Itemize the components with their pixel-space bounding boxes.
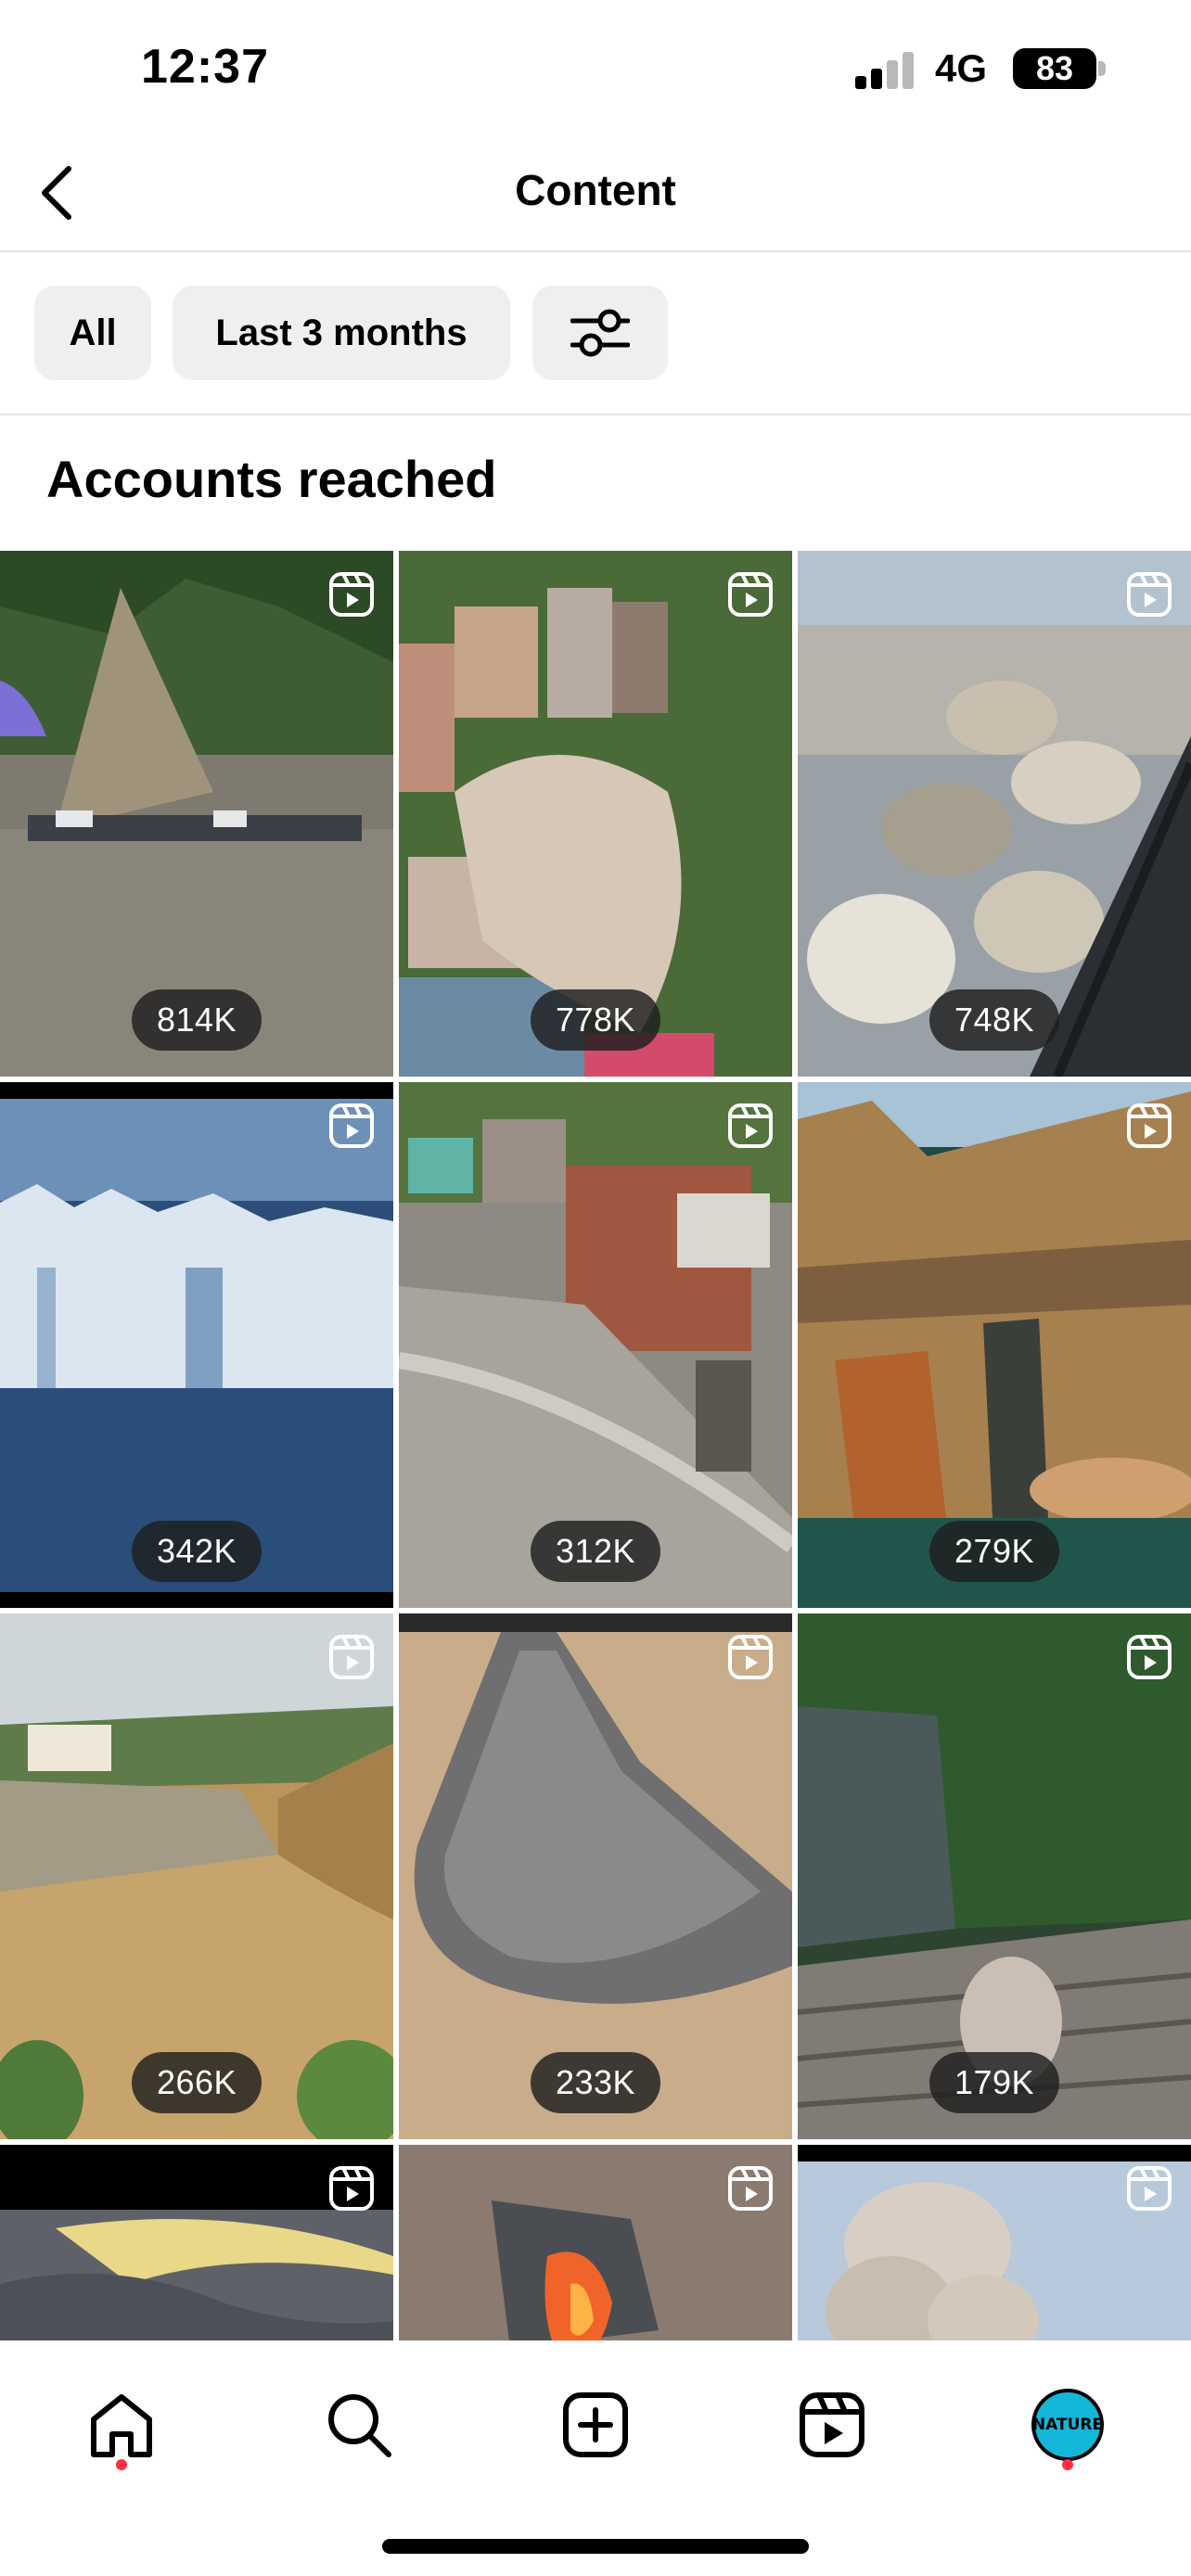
- nav-reels[interactable]: [781, 2374, 883, 2476]
- header: Content: [0, 139, 1191, 252]
- status-bar: 12:37 4G 83: [0, 0, 1191, 139]
- page-title: Content: [515, 166, 676, 214]
- reach-count-badge: 279K: [929, 1521, 1059, 1582]
- content-tile[interactable]: 179K: [798, 1613, 1191, 2139]
- reach-count-badge: 778K: [531, 989, 660, 1051]
- battery-icon: 83: [1013, 48, 1096, 89]
- content-tile[interactable]: 312K: [399, 1082, 792, 1608]
- signal-icon: [855, 52, 916, 89]
- create-icon: [563, 2392, 628, 2457]
- reels-icon: [1127, 2166, 1172, 2211]
- content-tile[interactable]: [399, 2145, 792, 2340]
- reach-count-badge: 748K: [929, 989, 1059, 1051]
- reach-count-badge: 312K: [531, 1521, 660, 1582]
- nav-create[interactable]: [544, 2374, 647, 2476]
- reels-icon: [1127, 572, 1172, 617]
- nav-search[interactable]: [308, 2374, 410, 2476]
- reels-icon: [329, 1103, 374, 1148]
- reels-icon: [728, 2166, 773, 2211]
- network-label: 4G: [935, 46, 988, 90]
- reels-icon: [728, 1635, 773, 1679]
- search-icon: [328, 2394, 391, 2457]
- reels-icon: [1127, 1103, 1172, 1148]
- sliders-icon: [570, 309, 630, 357]
- reels-icon: [800, 2392, 864, 2457]
- reels-icon: [728, 1103, 773, 1148]
- content-tile[interactable]: 342K: [0, 1082, 393, 1608]
- content-tile[interactable]: 266K: [0, 1613, 393, 2139]
- reels-icon: [728, 572, 773, 617]
- reach-count-badge: 179K: [929, 2052, 1059, 2113]
- reach-count-badge: 266K: [132, 2052, 262, 2113]
- notification-dot: [1062, 2459, 1073, 2470]
- content-tile[interactable]: [798, 2145, 1191, 2340]
- reels-icon: [329, 1635, 374, 1679]
- content-tile[interactable]: 778K: [399, 551, 792, 1077]
- reach-count-badge: 342K: [132, 1521, 262, 1582]
- content-tile[interactable]: [0, 2145, 393, 2340]
- content-tile[interactable]: 233K: [399, 1613, 792, 2139]
- home-indicator: [382, 2539, 809, 2554]
- content-tile[interactable]: 748K: [798, 551, 1191, 1077]
- content-tile[interactable]: 279K: [798, 1082, 1191, 1608]
- notification-dot: [116, 2459, 127, 2470]
- section-title: Accounts reached: [46, 450, 497, 508]
- filter-settings-button[interactable]: [532, 286, 668, 380]
- reach-count-badge: 233K: [531, 2052, 660, 2113]
- reels-icon: [329, 2166, 374, 2211]
- reach-count-badge: 814K: [132, 989, 262, 1051]
- filter-bar: All Last 3 months: [0, 252, 1191, 415]
- profile-avatar: NATURE: [1031, 2389, 1104, 2461]
- filter-all-chip[interactable]: All: [34, 286, 151, 380]
- home-icon: [91, 2394, 152, 2457]
- filter-period-chip[interactable]: Last 3 months: [173, 286, 510, 380]
- content-tile[interactable]: 814K: [0, 551, 393, 1077]
- status-time: 12:37: [141, 40, 269, 94]
- content-grid: 814K 778K 748K 342K 312K 279K 266K 233K …: [0, 551, 1191, 2340]
- battery-tip: [1098, 61, 1106, 76]
- reels-icon: [329, 572, 374, 617]
- reels-icon: [1127, 1635, 1172, 1679]
